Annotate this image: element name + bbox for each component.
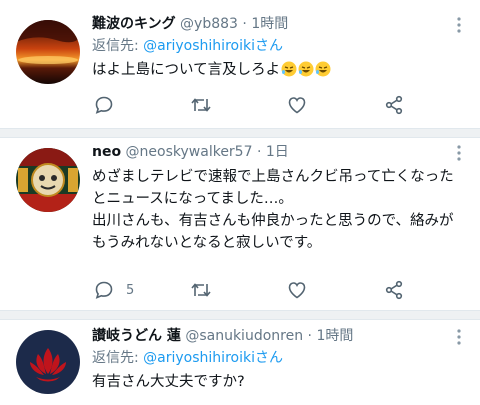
reply-prefix: 返信先: <box>92 38 144 54</box>
avatar[interactable] <box>16 20 80 84</box>
reply-icon <box>95 96 113 114</box>
display-name[interactable]: 讃岐うどん 蓮 <box>92 328 181 344</box>
reply-icon <box>95 281 113 299</box>
timestamp[interactable]: 1時間 <box>316 328 353 344</box>
tweet-line: もうみれないとなると寂しいです。 <box>92 235 322 251</box>
action-bar: 5 <box>92 278 412 302</box>
action-bar <box>92 93 412 117</box>
tweet-header: 難波のキング @yb883 · 1時間 <box>92 14 466 34</box>
tweet-text: 有吉さん大丈夫ですか? <box>92 371 466 393</box>
reply-prefix: 返信先: <box>92 350 144 366</box>
avatar[interactable] <box>16 330 80 394</box>
tweet-line: とニュースになってました…。 <box>92 191 293 207</box>
rofl-emoji-icon <box>298 61 314 77</box>
share-button[interactable] <box>384 278 404 302</box>
separator-dot: · <box>242 16 247 32</box>
tweet-2[interactable]: neo @neoskywalker57 · 1日 めざましテレビで速報で上島さん… <box>0 138 480 310</box>
rofl-emoji-icon <box>281 61 297 77</box>
like-icon <box>288 282 306 299</box>
reply-count: 5 <box>126 282 135 298</box>
reply-button[interactable]: 5 <box>94 278 134 302</box>
retweet-button[interactable] <box>190 93 212 117</box>
display-name[interactable]: neo <box>92 144 121 160</box>
reply-to: 返信先: @ariyoshihiroikiさん <box>92 348 466 368</box>
tweet-text: めざましテレビで速報で上島さんクビ吊って亡くなった とニュースになってました…。… <box>92 166 466 254</box>
reply-button[interactable] <box>94 93 126 117</box>
tweet-header: neo @neoskywalker57 · 1日 <box>92 142 466 162</box>
reply-mention[interactable]: @ariyoshihiroikiさん <box>143 38 283 54</box>
timestamp[interactable]: 1時間 <box>251 16 288 32</box>
timestamp[interactable]: 1日 <box>266 144 289 160</box>
tweet-line: 有吉さん大丈夫ですか? <box>92 374 245 390</box>
tweet-3[interactable]: 讃岐うどん 蓮 @sanukiudonren · 1時間 返信先: @ariyo… <box>0 320 480 405</box>
reply-mention[interactable]: @ariyoshihiroikiさん <box>143 350 283 366</box>
separator-dot: · <box>256 144 262 160</box>
tweet-text: はよ上島について言及しろよ <box>92 59 466 81</box>
retweet-icon <box>191 283 211 297</box>
display-name[interactable]: 難波のキング <box>92 16 176 32</box>
retweet-icon <box>191 98 211 112</box>
avatar[interactable] <box>16 148 80 212</box>
avatar-lotus-image <box>16 330 80 394</box>
user-handle[interactable]: @neoskywalker57 <box>126 144 253 160</box>
tweet-header: 讃岐うどん 蓮 @sanukiudonren · 1時間 <box>92 326 466 346</box>
user-handle[interactable]: @yb883 <box>180 16 238 32</box>
more-icon[interactable] <box>452 328 466 346</box>
share-icon <box>385 280 403 300</box>
tweet-line: 出川さんも、有吉さんも仲良かったと思うので、絡みが <box>92 213 454 229</box>
more-icon[interactable] <box>452 16 466 34</box>
share-button[interactable] <box>384 93 404 117</box>
like-button[interactable] <box>287 278 307 302</box>
share-icon <box>385 95 403 115</box>
separator-dot: · <box>307 328 312 344</box>
user-handle[interactable]: @sanukiudonren <box>185 328 303 344</box>
reply-to: 返信先: @ariyoshihiroikiさん <box>92 36 466 56</box>
tweet-divider <box>0 310 480 320</box>
like-icon <box>288 97 306 114</box>
rofl-emoji-icon <box>315 61 331 77</box>
like-button[interactable] <box>287 93 307 117</box>
tweet-1[interactable]: 難波のキング @yb883 · 1時間 返信先: @ariyoshihiroik… <box>0 0 480 128</box>
tweet-line: めざましテレビで速報で上島さんクビ吊って亡くなった <box>92 169 454 185</box>
tweet-divider <box>0 128 480 138</box>
retweet-button[interactable] <box>190 278 212 302</box>
avatar-sunset-image <box>16 20 80 84</box>
more-icon[interactable] <box>452 144 466 162</box>
tweet-line: はよ上島について言及しろよ <box>92 62 281 78</box>
avatar-emblem-image <box>16 148 80 212</box>
